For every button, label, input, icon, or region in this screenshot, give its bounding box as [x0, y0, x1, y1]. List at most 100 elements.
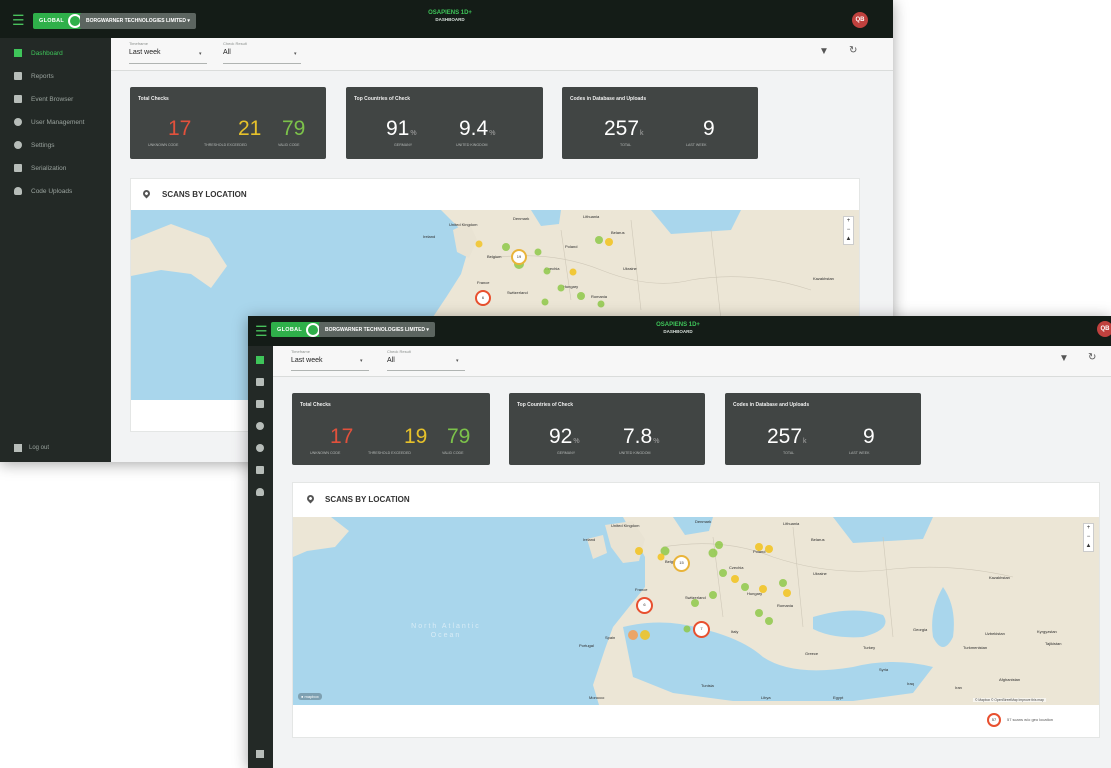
- thousand-unit: k: [640, 130, 644, 137]
- total-codes-label: TOTAL: [620, 143, 632, 147]
- total-checks-card: Total Checks 17 UNKNOWN CODE 21 THRESHOL…: [130, 87, 326, 159]
- location-pin-icon: [305, 493, 316, 504]
- uk-number: 7.8: [623, 425, 653, 448]
- timeframe-select[interactable]: Last week: [291, 357, 323, 364]
- map-cluster[interactable]: 6: [636, 597, 653, 614]
- unknown-code-label: UNKNOWN CODE: [310, 451, 341, 455]
- timeframe-underline: [129, 63, 207, 64]
- sidebar-item-settings[interactable]: [248, 441, 273, 455]
- serialization-icon: [14, 164, 22, 172]
- zoom-out-icon[interactable]: −: [844, 226, 853, 235]
- mapbox-logo-icon: ● mapbox: [298, 693, 322, 700]
- top-bar: ☰ GLOBAL BORGWARNER TECHNOLOGIES LIMITED…: [248, 316, 1111, 346]
- zoom-control[interactable]: + − ▲: [843, 216, 854, 245]
- check-result-underline: [387, 370, 465, 371]
- sidebar-item-dashboard[interactable]: Dashboard: [0, 46, 111, 60]
- chevron-down-icon: ▾: [294, 51, 297, 57]
- filter-bar: Timeframe Last week ▾ Check Result All ▾…: [111, 38, 893, 71]
- sidebar-item-dashboard[interactable]: [248, 353, 273, 367]
- chevron-down-icon: ▾: [360, 358, 363, 364]
- map-cluster[interactable]: 7: [693, 621, 710, 638]
- company-selector[interactable]: BORGWARNER TECHNOLOGIES LIMITED ▾: [80, 13, 196, 29]
- sidebar-item-serialization[interactable]: [248, 463, 273, 477]
- global-label: GLOBAL: [39, 18, 65, 24]
- refresh-icon[interactable]: ↻: [849, 45, 857, 56]
- sidebar-item-event-browser[interactable]: [248, 397, 273, 411]
- uk-number: 9.4: [459, 117, 489, 140]
- sidebar-item-label: Serialization: [31, 164, 67, 172]
- menu-icon[interactable]: ☰: [255, 324, 268, 338]
- reports-icon: [14, 72, 22, 80]
- sidebar-item-label: Code Uploads: [31, 187, 73, 195]
- timeframe-select[interactable]: Last week: [129, 49, 161, 56]
- brand-title: OSAPIENS 1D+: [656, 322, 700, 328]
- settings-icon: [14, 141, 22, 149]
- zoom-out-icon[interactable]: −: [1084, 533, 1093, 542]
- sidebar-item-user-management[interactable]: [248, 419, 273, 433]
- location-pin-icon: [141, 188, 152, 199]
- zoom-control[interactable]: + − ▲: [1083, 523, 1094, 552]
- company-selector[interactable]: BORGWARNER TECHNOLOGIES LIMITED ▾: [319, 322, 435, 337]
- unknown-code-value: 17: [330, 425, 354, 448]
- map-cluster[interactable]: 15: [673, 555, 690, 572]
- map-cluster[interactable]: 19: [511, 249, 527, 265]
- zoom-in-icon[interactable]: +: [1084, 524, 1093, 533]
- global-button[interactable]: GLOBAL: [33, 13, 87, 29]
- filter-icon[interactable]: ▼: [1059, 353, 1069, 364]
- sidebar-item-reports[interactable]: Reports: [0, 69, 111, 83]
- refresh-icon[interactable]: ↻: [1088, 352, 1096, 363]
- logout-button[interactable]: [256, 750, 271, 758]
- map-cluster[interactable]: 6: [475, 290, 491, 306]
- uk-value: 9.4%: [459, 118, 495, 139]
- check-result-select[interactable]: All: [387, 357, 395, 364]
- menu-icon[interactable]: ☰: [12, 13, 25, 27]
- check-result-underline: [223, 63, 301, 64]
- brand-subtitle: DASHBOARD: [435, 17, 465, 23]
- kpi-title: Total Checks: [138, 96, 169, 102]
- threshold-value: 19: [404, 425, 428, 448]
- top-countries-card: Top Countries of Check 92% GERMANY 7.8% …: [509, 393, 705, 465]
- check-result-select[interactable]: All: [223, 49, 231, 56]
- scans-map[interactable]: North Atlantic Ocean Denmark Lithuania U…: [293, 517, 1099, 705]
- compass-icon[interactable]: ▲: [844, 235, 853, 244]
- dashboard-window-front: ☰ GLOBAL BORGWARNER TECHNOLOGIES LIMITED…: [248, 316, 1111, 768]
- logout-icon: [256, 750, 264, 758]
- last-week-label: LAST WEEK: [686, 143, 707, 147]
- sidebar-item-serialization[interactable]: Serialization: [0, 161, 111, 175]
- germany-value: 91%: [386, 118, 417, 139]
- sidebar-item-reports[interactable]: [248, 375, 273, 389]
- global-button[interactable]: GLOBAL: [271, 322, 325, 337]
- sidebar-item-code-uploads[interactable]: [248, 485, 273, 499]
- user-avatar[interactable]: QB: [852, 12, 868, 28]
- filter-icon[interactable]: ▼: [819, 46, 829, 57]
- valid-code-value: 79: [447, 425, 471, 448]
- kpi-title: Codes in Database and Uploads: [733, 402, 810, 408]
- total-checks-card: Total Checks 17 UNKNOWN CODE 19 THRESHOL…: [292, 393, 490, 465]
- dashboard-icon: [14, 49, 22, 57]
- chevron-down-icon: ▾: [186, 18, 190, 24]
- zoom-in-icon[interactable]: +: [844, 217, 853, 226]
- brand-subtitle: DASHBOARD: [663, 329, 693, 335]
- percent-unit: %: [410, 130, 417, 137]
- total-codes-label: TOTAL: [783, 451, 795, 455]
- chevron-down-icon: ▾: [456, 358, 459, 364]
- no-geo-legend-ring: 57: [987, 713, 1001, 727]
- user-management-icon: [14, 118, 22, 126]
- sidebar-item-user-management[interactable]: User Management: [0, 115, 111, 129]
- valid-code-label: VALID CODE: [442, 451, 464, 455]
- user-avatar[interactable]: QB: [1097, 321, 1111, 337]
- kpi-title: Top Countries of Check: [354, 96, 411, 102]
- map-attribution[interactable]: © Mapbox © OpenStreetMap Improve this ma…: [973, 698, 1046, 702]
- kpi-title: Top Countries of Check: [517, 402, 574, 408]
- germany-number: 92: [549, 425, 573, 448]
- logout-button[interactable]: Log out: [14, 444, 49, 452]
- sidebar-item-settings[interactable]: Settings: [0, 138, 111, 152]
- chevron-down-icon: ▾: [199, 51, 202, 57]
- sidebar-item-code-uploads[interactable]: Code Uploads: [0, 184, 111, 198]
- compass-icon[interactable]: ▲: [1084, 542, 1093, 551]
- codes-card: Codes in Database and Uploads 257k TOTAL…: [725, 393, 921, 465]
- last-week-value: 9: [703, 117, 715, 140]
- cloud-upload-icon: [256, 488, 264, 496]
- sidebar-item-event-browser[interactable]: Event Browser: [0, 92, 111, 106]
- filter-bar: Timeframe Last week ▾ Check Result All ▾…: [273, 346, 1111, 377]
